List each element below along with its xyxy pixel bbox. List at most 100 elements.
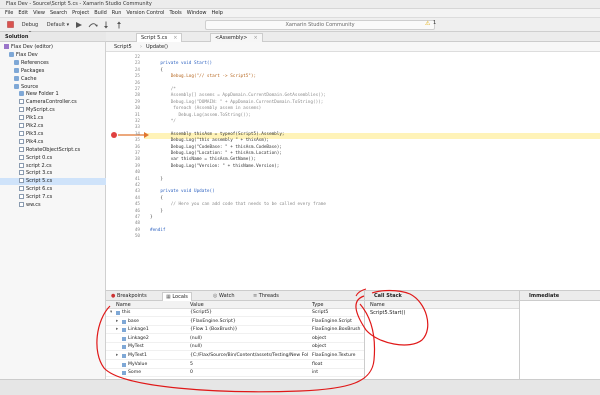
local-value[interactable]: {C:/Flax/Source/Bin/Content/assets/Testi… — [190, 352, 308, 360]
locals-row[interactable]: MyValue 5 float — [106, 361, 364, 369]
tree-item[interactable]: MyScript.cs — [0, 107, 106, 114]
tab-script5[interactable]: Script 5.cs × — [136, 33, 183, 42]
col-name[interactable]: Name — [370, 302, 385, 308]
menu-build[interactable]: Build — [94, 10, 107, 16]
menu-file[interactable]: File — [5, 10, 13, 16]
tree-item[interactable]: Packages — [0, 67, 106, 75]
local-value[interactable]: (null) — [190, 335, 308, 343]
tab-assembly[interactable]: <Assembly> × — [210, 33, 263, 42]
locals-row[interactable]: ▸ base {FlaxEngine.Script} FlaxEngine.Scrip… — [106, 318, 364, 326]
code-line[interactable]: */ — [150, 119, 176, 124]
tree-item[interactable]: New Folder 1 — [0, 91, 106, 98]
local-value[interactable]: {Flow 1 (BoxBrush)} — [190, 326, 308, 334]
local-value[interactable]: {Script5} — [190, 309, 308, 317]
close-icon[interactable]: × — [173, 35, 177, 41]
code-line[interactable]: /* — [150, 87, 176, 92]
expander-icon[interactable]: ▸ — [116, 352, 118, 360]
col-name[interactable]: Name — [116, 302, 131, 308]
tree-item[interactable]: Script 3.cs — [0, 170, 106, 177]
menu-window[interactable]: Window — [187, 10, 207, 16]
locals-row[interactable]: Some 0 int — [106, 369, 364, 378]
locals-row[interactable]: ▸ Linkage1 {Flow 1 (BoxBrush)} FlaxEngine.B… — [106, 326, 364, 335]
expander-icon[interactable]: ▸ — [116, 318, 118, 326]
tab-threads[interactable]: ≡ Threads — [250, 292, 282, 301]
tree-item[interactable]: Flax Dev — [0, 51, 106, 59]
code-line[interactable]: { — [150, 196, 163, 201]
local-value[interactable]: (null) — [190, 343, 308, 351]
code-line[interactable]: Assembly[] assems = AppDomain.CurrentDom… — [150, 93, 326, 98]
code-line[interactable]: Assembly thisAsm = typeof(Script5).Assem… — [150, 132, 285, 137]
tab-breakpoints[interactable]: ● Breakpoints — [108, 292, 150, 301]
code-line[interactable]: Debug.Log("CodeBase: " + thisAsm.CodeBas… — [150, 145, 282, 150]
col-type[interactable]: Type — [312, 302, 323, 308]
menu-view[interactable]: View — [33, 10, 45, 16]
code-line[interactable]: } — [150, 209, 163, 214]
tree-item[interactable]: Script 0.cs — [0, 154, 106, 162]
menu-run[interactable]: Run — [112, 10, 122, 16]
code-line[interactable]: var thisName = thisAsm.GetName(); — [150, 157, 256, 162]
code-line[interactable]: Debug.Log(assem.ToString()); — [150, 113, 250, 118]
code-line[interactable]: } — [150, 177, 163, 182]
tree-item[interactable]: ww.cs — [0, 202, 106, 209]
locals-row[interactable]: MyTest (null) object — [106, 343, 364, 352]
col-value[interactable]: Value — [190, 302, 204, 308]
code-line[interactable]: Debug.Log("Version: " + thisName.Version… — [150, 164, 280, 169]
tree-item[interactable]: script 2.cs — [0, 162, 106, 170]
breadcrumb-method[interactable]: Update() — [146, 44, 168, 50]
menu-edit[interactable]: Edit — [18, 10, 28, 16]
tree-item[interactable]: References — [0, 59, 106, 67]
locals-row[interactable]: ▾ this {Script5} Script5 — [106, 309, 364, 317]
expander-icon[interactable]: ▾ — [110, 309, 112, 317]
stop-button[interactable] — [6, 21, 15, 29]
code-line[interactable]: Debug.Log("// start -> Script5"); — [150, 74, 256, 79]
locals-row[interactable]: Linkage2 (null) object — [106, 335, 364, 343]
menu-search[interactable]: Search — [50, 10, 67, 16]
menu-help[interactable]: Help — [212, 10, 223, 16]
tree-item[interactable]: Pik3.cs — [0, 130, 106, 138]
code-line[interactable]: Debug.Log("this assembly " + thisAsm); — [150, 138, 269, 143]
config-dropdown[interactable]: Debug ▾ — [20, 21, 40, 36]
tree-item[interactable]: Source — [0, 83, 106, 91]
menu-version-control[interactable]: Version Control — [126, 10, 164, 16]
step-into-button[interactable] — [101, 21, 111, 29]
tree-item[interactable]: Script 5.cs — [0, 178, 106, 186]
code-line[interactable]: } — [150, 215, 153, 220]
code-line[interactable]: foreach (Assembly assem in assems) — [150, 106, 261, 111]
code-line[interactable]: #endif — [150, 228, 166, 233]
step-out-button[interactable] — [114, 21, 124, 29]
warning-icon[interactable]: ⚠ — [425, 20, 430, 27]
code-line[interactable]: Debug.Log("Location: " + thisAsm.Locatio… — [150, 151, 282, 156]
step-over-button[interactable] — [88, 21, 98, 29]
tree-item[interactable]: Pik1.cs — [0, 115, 106, 122]
local-value[interactable]: {FlaxEngine.Script} — [190, 318, 308, 326]
code-editor[interactable]: 22 23 private void Start() 24 {25 Debug.Lo… — [106, 52, 600, 290]
local-value[interactable]: 0 — [190, 369, 308, 377]
menu-tools[interactable]: Tools — [169, 10, 181, 16]
code-line[interactable]: private void Update() — [150, 189, 214, 194]
code-line[interactable]: Debug.Log("DOMAIN: " + AppDomain.Current… — [150, 100, 324, 105]
tree-item[interactable]: Pik2.cs — [0, 123, 106, 130]
immediate-title[interactable]: Immediate — [529, 293, 559, 299]
local-value[interactable]: 5 — [190, 361, 308, 369]
call-stack-row[interactable]: Script5.Start() — [365, 309, 520, 317]
breadcrumb-class[interactable]: Script5 — [114, 44, 132, 50]
tree-item[interactable]: RotateObjectScript.cs — [0, 146, 106, 154]
tree-item[interactable]: CameraController.cs — [0, 99, 106, 106]
close-icon[interactable]: × — [253, 35, 257, 41]
tree-item[interactable]: Script 7.cs — [0, 194, 106, 201]
tab-locals[interactable]: ▦ Locals — [162, 292, 192, 301]
tree-item[interactable]: Cache — [0, 75, 106, 83]
target-dropdown[interactable]: Default ▾ — [46, 21, 70, 29]
code-line[interactable]: // Here you can add code that needs to b… — [150, 202, 326, 207]
tree-item[interactable]: Script 6.cs — [0, 186, 106, 193]
menu-project[interactable]: Project — [72, 10, 89, 16]
tree-item[interactable]: Flax Dev (editor) — [0, 44, 106, 51]
continue-button[interactable] — [74, 21, 84, 29]
expander-icon[interactable]: ▸ — [116, 326, 118, 334]
code-line[interactable]: private void Start() — [150, 61, 212, 66]
call-stack-title[interactable]: Call Stack — [374, 293, 402, 299]
locals-row[interactable]: ▸ MyText1 {C:/Flax/Source/Bin/Content/asse… — [106, 352, 364, 360]
code-line[interactable]: { — [150, 68, 163, 73]
tree-item[interactable]: Pik4.cs — [0, 138, 106, 146]
tab-watch[interactable]: ◎ Watch — [210, 292, 238, 301]
